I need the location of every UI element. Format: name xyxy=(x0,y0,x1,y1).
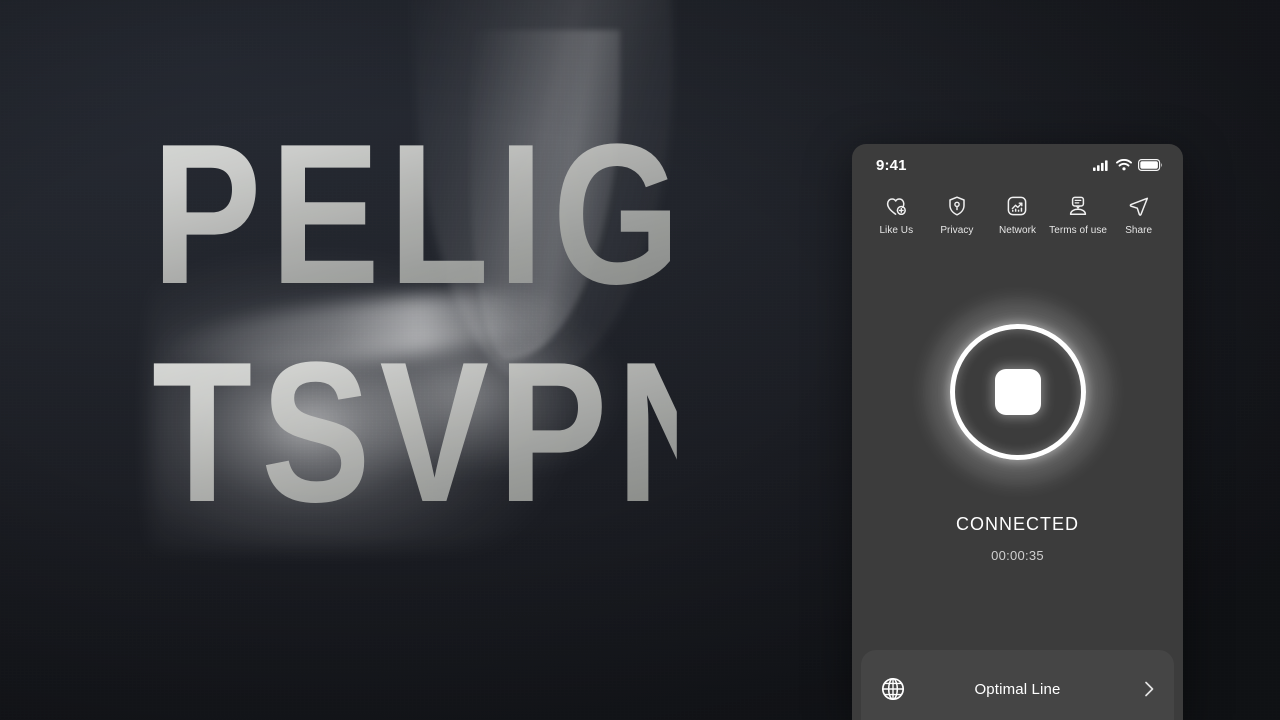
battery-icon xyxy=(1138,159,1163,171)
connection-status: CONNECTED 00:00:35 xyxy=(852,514,1183,563)
light-ribbon-shape-2 xyxy=(470,30,620,360)
vpn-app-panel: 9:41 Like Us Privacy Network Terms of us… xyxy=(852,144,1183,720)
heart-plus-icon xyxy=(884,194,908,218)
light-streak xyxy=(158,278,582,382)
stop-square-icon xyxy=(994,369,1041,415)
quick-menu-row: Like Us Privacy Network Terms of use Sha… xyxy=(852,186,1183,236)
menu-item-share[interactable]: Share xyxy=(1108,194,1169,236)
chart-square-icon xyxy=(1005,194,1029,218)
menu-item-terms-of-use[interactable]: Terms of use xyxy=(1048,194,1109,236)
server-selection-card[interactable]: Optimal Line xyxy=(861,650,1174,720)
menu-item-label: Share xyxy=(1125,225,1153,236)
status-bar-icons xyxy=(1093,159,1163,171)
brand-wordmark-line-2: TSVPN xyxy=(152,321,744,544)
terms-document-icon xyxy=(1066,194,1090,218)
wifi-icon xyxy=(1116,159,1132,171)
light-glow-primary xyxy=(150,250,570,550)
connection-status-label: CONNECTED xyxy=(956,514,1079,534)
cellular-signal-icon xyxy=(1093,159,1110,171)
menu-item-privacy[interactable]: Privacy xyxy=(927,194,988,236)
status-bar-time: 9:41 xyxy=(876,156,907,174)
light-glow-secondary xyxy=(300,290,630,460)
menu-item-like-us[interactable]: Like Us xyxy=(866,194,927,236)
menu-item-label: Terms of use xyxy=(1049,225,1107,236)
light-ribbon-shape xyxy=(409,0,691,387)
background-artwork xyxy=(0,0,860,720)
menu-item-label: Network xyxy=(998,225,1036,236)
brand-wordmark: PELIGH TSVPN xyxy=(152,103,817,544)
menu-item-label: Like Us xyxy=(879,225,914,236)
menu-item-network[interactable]: Network xyxy=(987,194,1048,236)
status-bar: 9:41 xyxy=(852,144,1183,186)
menu-item-label: Privacy xyxy=(940,225,974,236)
chevron-right-icon xyxy=(1124,679,1156,699)
globe-icon xyxy=(879,675,911,703)
shield-keyhole-icon xyxy=(945,194,969,218)
brand-wordmark-line-1: PELIGH xyxy=(152,103,817,326)
power-toggle-button[interactable] xyxy=(949,324,1086,460)
paper-plane-icon xyxy=(1127,194,1151,218)
server-selection-label: Optimal Line xyxy=(974,680,1061,698)
app-background: PELIGH TSVPN 9:41 Like Us Privacy Networ… xyxy=(0,0,1280,720)
power-button-area xyxy=(852,292,1183,492)
connection-timer: 00:00:35 xyxy=(991,548,1044,563)
